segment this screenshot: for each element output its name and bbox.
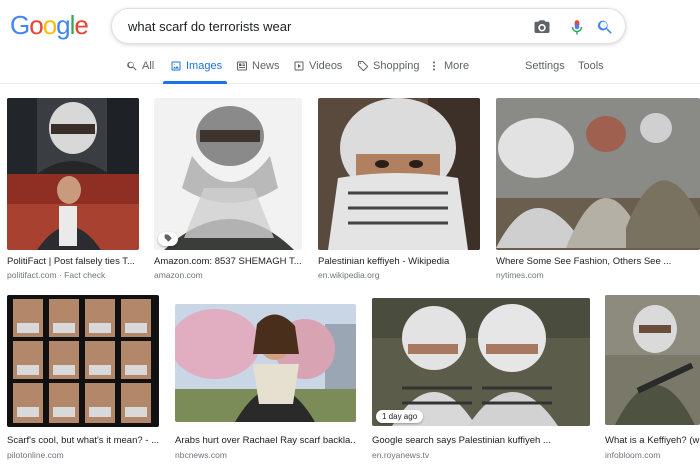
result-title[interactable]: Palestinian keffiyeh - Wikipedia bbox=[318, 256, 480, 267]
shopping-tag-badge bbox=[158, 232, 178, 246]
result-thumbnail[interactable] bbox=[318, 98, 480, 250]
tab-all[interactable]: All bbox=[126, 60, 154, 72]
more-vert-icon bbox=[433, 61, 435, 71]
result-source: infobloom.com bbox=[605, 450, 661, 460]
result-title[interactable]: Scarf's cool, but what's it mean? - ... bbox=[7, 435, 159, 446]
tab-label: Videos bbox=[309, 60, 343, 72]
image-icon bbox=[171, 61, 181, 71]
search-tabs: All Images News Videos Shopping More Set… bbox=[0, 53, 700, 84]
google-logo[interactable]: Google bbox=[10, 10, 89, 41]
result-title[interactable]: Amazon.com: 8537 SHEMAGH T... bbox=[154, 256, 302, 267]
result-title[interactable]: What is a Keffiyeh? (wi bbox=[605, 435, 700, 446]
tab-label: More bbox=[444, 60, 470, 72]
result-source: amazon.com bbox=[154, 270, 203, 280]
result-thumbnail[interactable] bbox=[372, 298, 590, 426]
tab-label: News bbox=[252, 60, 280, 72]
result-thumbnail[interactable] bbox=[154, 98, 302, 250]
active-tab-indicator bbox=[163, 81, 227, 84]
image-result[interactable]: Scarf's cool, but what's it mean? - ... … bbox=[7, 295, 159, 467]
microphone-icon[interactable] bbox=[568, 18, 586, 36]
result-source: politifact.com · Fact check bbox=[7, 270, 106, 280]
tab-videos[interactable]: Videos bbox=[293, 60, 342, 72]
tab-news[interactable]: News bbox=[236, 60, 280, 72]
result-title[interactable]: Google search says Palestinian kuffiyeh … bbox=[372, 435, 590, 446]
result-source: nbcnews.com bbox=[175, 450, 227, 460]
result-source: nytimes.com bbox=[496, 270, 544, 280]
tab-images[interactable]: Images bbox=[170, 60, 222, 72]
image-result[interactable]: Arabs hurt over Rachael Ray scarf backla… bbox=[175, 304, 356, 467]
logo-letter: o bbox=[29, 10, 44, 40]
image-result[interactable]: What is a Keffiyeh? (wi infobloom.com bbox=[605, 295, 700, 467]
tab-label: All bbox=[142, 60, 155, 72]
image-result[interactable]: Palestinian keffiyeh - Wikipedia en.wiki… bbox=[318, 98, 480, 283]
result-title[interactable]: Where Some See Fashion, Others See ... bbox=[496, 256, 696, 267]
settings-link[interactable]: Settings bbox=[525, 60, 565, 72]
result-thumbnail[interactable] bbox=[7, 98, 139, 250]
result-source: pilotonline.com bbox=[7, 450, 64, 460]
image-result[interactable]: PolitiFact | Post falsely ties T... poli… bbox=[7, 98, 139, 283]
result-thumbnail[interactable] bbox=[605, 295, 700, 425]
image-result[interactable]: Where Some See Fashion, Others See ... n… bbox=[496, 98, 700, 283]
search-input[interactable]: what scarf do terrorists wear bbox=[128, 19, 291, 34]
logo-letter: o bbox=[42, 10, 58, 40]
result-title[interactable]: PolitiFact | Post falsely ties T... bbox=[7, 256, 139, 267]
tab-shopping[interactable]: Shopping bbox=[357, 60, 420, 72]
tools-link[interactable]: Tools bbox=[578, 60, 604, 72]
logo-letter: G bbox=[10, 10, 30, 40]
result-title[interactable]: Arabs hurt over Rachael Ray scarf backla… bbox=[175, 435, 356, 446]
result-thumbnail[interactable] bbox=[496, 98, 700, 250]
search-icon bbox=[127, 61, 137, 71]
tab-label: Shopping bbox=[373, 60, 420, 72]
tab-label: Settings bbox=[525, 60, 565, 72]
result-thumbnail[interactable] bbox=[7, 295, 159, 427]
age-badge: 1 day ago bbox=[376, 410, 424, 423]
image-result[interactable]: 1 day ago Google search says Palestinian… bbox=[372, 298, 590, 467]
search-icon[interactable] bbox=[596, 18, 614, 36]
result-source: en.wikipedia.org bbox=[318, 270, 380, 280]
logo-letter: e bbox=[74, 10, 89, 40]
logo-letter: g bbox=[56, 10, 71, 40]
news-icon bbox=[237, 61, 247, 71]
tag-icon bbox=[164, 234, 172, 242]
tag-icon bbox=[358, 61, 368, 71]
tab-label: Tools bbox=[578, 60, 604, 72]
video-icon bbox=[294, 61, 304, 71]
image-result[interactable]: Amazon.com: 8537 SHEMAGH T... amazon.com bbox=[154, 98, 302, 283]
tab-more[interactable]: More bbox=[428, 60, 469, 72]
result-source: en.royanews.tv bbox=[372, 450, 430, 460]
tab-label: Images bbox=[186, 60, 223, 72]
search-box[interactable]: what scarf do terrorists wear bbox=[111, 8, 626, 44]
result-thumbnail[interactable] bbox=[175, 304, 356, 422]
camera-icon[interactable] bbox=[533, 18, 551, 36]
